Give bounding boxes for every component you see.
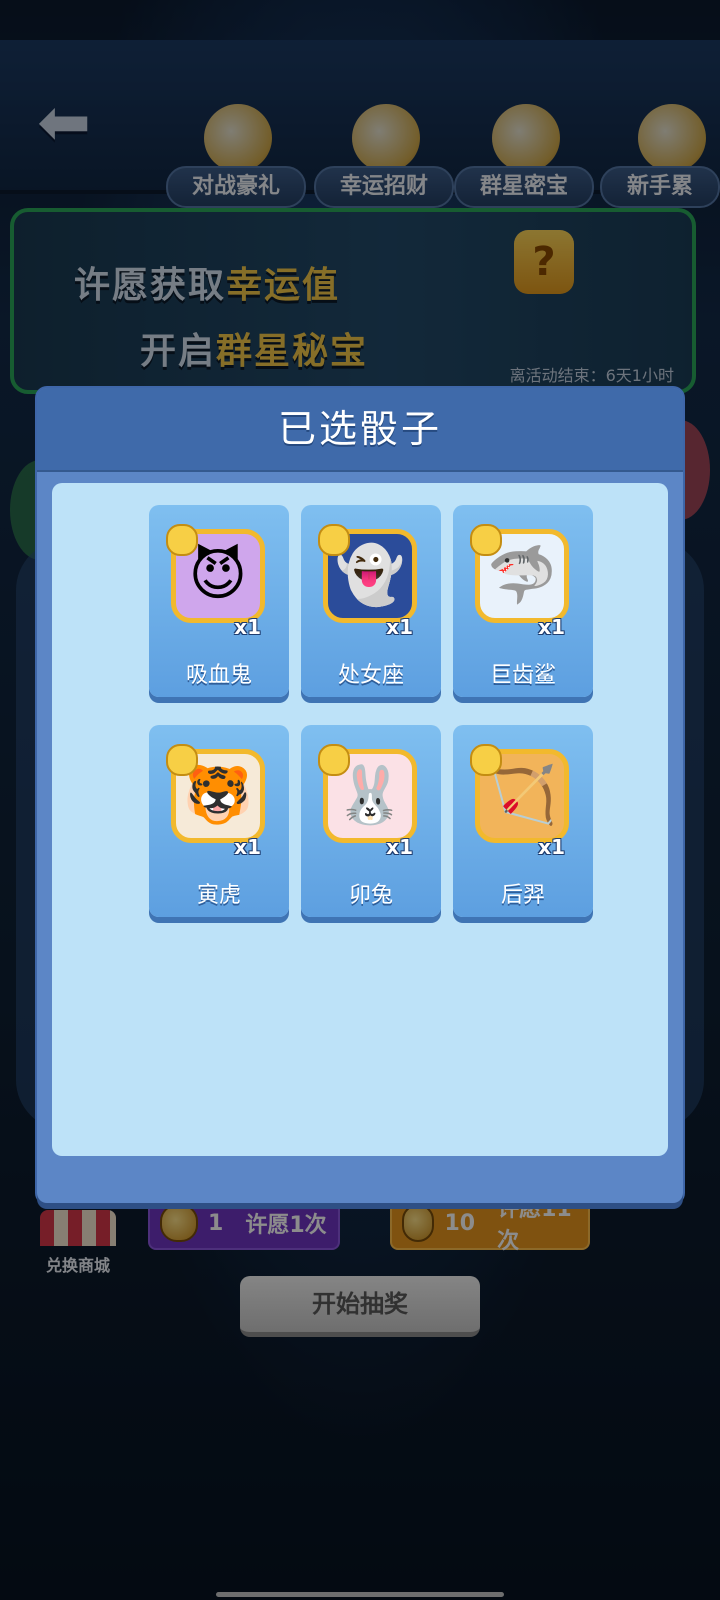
virgo-ghost-icon: 👻	[318, 524, 417, 623]
modal-body: 😈 x1 吸血鬼 👻 x1 处女座 🦈 x1 巨齿鲨 🐯 x1 寅虎 🐰 x1 …	[52, 483, 668, 1156]
dice-name: 后羿	[500, 883, 545, 908]
dice-card[interactable]: 🐰 x1 卯兔	[301, 725, 441, 917]
dice-name: 卯兔	[348, 883, 393, 908]
shark-icon: 🦈	[470, 524, 569, 623]
rabbit-icon: 🐰	[318, 744, 417, 843]
dice-count: x1	[234, 835, 261, 859]
modal-header: 已选骰子	[37, 388, 683, 472]
dice-card[interactable]: 🦈 x1 巨齿鲨	[453, 505, 593, 697]
dice-card[interactable]: 🏹 x1 后羿	[453, 725, 593, 917]
dice-count: x1	[386, 835, 413, 859]
dice-count: x1	[386, 615, 413, 639]
archer-bow-icon: 🏹	[470, 744, 569, 843]
dice-count: x1	[538, 835, 565, 859]
dice-count: x1	[538, 615, 565, 639]
dice-name: 处女座	[337, 663, 404, 688]
dice-name: 寅虎	[196, 883, 241, 908]
dice-name: 巨齿鲨	[489, 663, 556, 688]
dice-card[interactable]: 👻 x1 处女座	[301, 505, 441, 697]
modal-title: 已选骰子	[277, 407, 442, 451]
dice-name: 吸血鬼	[185, 663, 252, 688]
dice-card[interactable]: 🐯 x1 寅虎	[149, 725, 289, 917]
tiger-icon: 🐯	[166, 744, 265, 843]
dice-count: x1	[234, 615, 261, 639]
vampire-icon: 😈	[166, 524, 265, 623]
selected-dice-modal: 已选骰子 😈 x1 吸血鬼 👻 x1 处女座 🦈 x1 巨齿鲨 🐯 x1 寅虎	[37, 388, 683, 1203]
dice-card[interactable]: 😈 x1 吸血鬼	[149, 505, 289, 697]
